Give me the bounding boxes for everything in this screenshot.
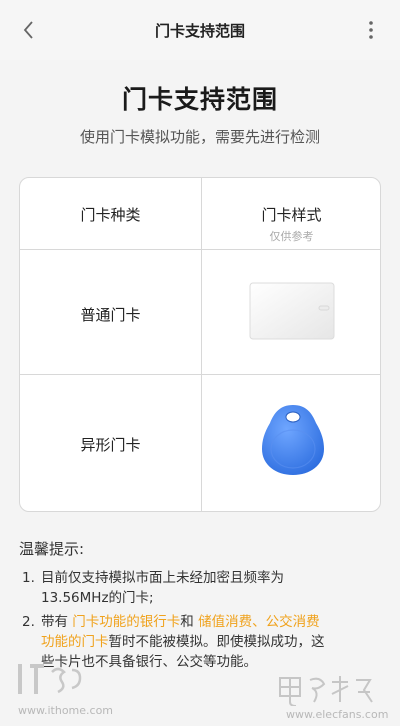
white-card-image: [249, 282, 335, 340]
tips-title: 温馨提示:: [19, 540, 85, 558]
tip-item-1: 1. 目前仅支持模拟市面上未经加密且频率为 13.56MHz的门卡;: [22, 568, 384, 608]
elecfans-watermark: www.elecfans.com: [272, 672, 392, 722]
watermark-url: www.ithome.com: [18, 704, 114, 717]
column-header-type: 门卡种类: [80, 206, 141, 224]
page-subtitle: 使用门卡模拟功能，需要先进行检测: [79, 128, 320, 146]
chevron-left-icon: [23, 21, 33, 39]
watermark-url: www.elecfans.com: [286, 708, 389, 721]
door-card-table: 门卡种类 门卡样式 仅供参考 普通门卡 异形门卡: [19, 177, 381, 512]
elecfans-logo-icon: [279, 676, 373, 707]
column-header-note: 仅供参考: [269, 230, 314, 243]
more-button[interactable]: [356, 15, 386, 45]
ithome-logo-icon: [18, 664, 82, 694]
column-header-style: 门卡样式: [261, 206, 322, 224]
more-vertical-icon: [369, 21, 373, 39]
tip-number: 1.: [22, 570, 35, 586]
top-bar: 门卡支持范围: [0, 0, 400, 60]
tip-text: 带有: [41, 614, 73, 630]
tip-number: 2.: [22, 614, 35, 630]
page-title: 门卡支持范围: [121, 85, 278, 114]
highlight-stored-value: 储值消费、公交消费: [198, 614, 320, 630]
blue-keyfob-image: [260, 403, 326, 477]
table-divider: [20, 249, 380, 250]
highlight-bank-card: 门卡功能的银行卡: [72, 614, 181, 630]
tip-text: 13.56MHz的门卡;: [41, 590, 154, 606]
topbar-title: 门卡支持范围: [154, 21, 245, 40]
tip-text: 和: [180, 614, 199, 630]
ithome-watermark: www.ithome.com: [10, 658, 130, 722]
table-row-type: 异形门卡: [80, 436, 141, 454]
back-button[interactable]: [14, 15, 44, 45]
table-divider: [20, 374, 380, 375]
table-row-type: 普通门卡: [80, 306, 141, 324]
highlight-card-function: 功能的门卡: [41, 634, 109, 650]
tip-text: 暂时不能被模拟。即使模拟成功，这: [108, 634, 325, 650]
tip-text: 目前仅支持模拟市面上未经加密且频率为: [41, 570, 284, 586]
